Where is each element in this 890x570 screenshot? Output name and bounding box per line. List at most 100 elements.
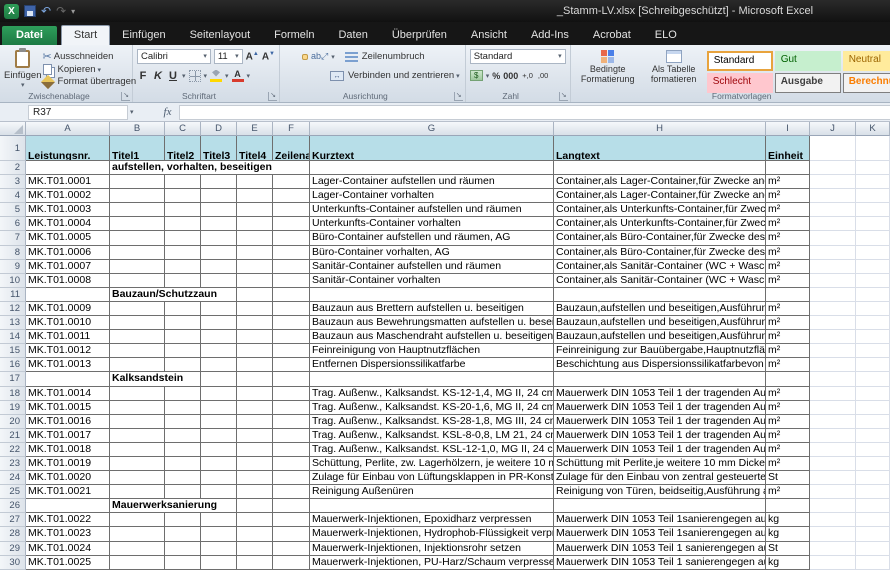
cell-D24[interactable] <box>201 471 237 485</box>
fill-color-icon[interactable] <box>210 70 222 82</box>
cell-G30[interactable]: Mauerwerk-Injektionen, PU-Harz/Schaum ve… <box>310 556 554 570</box>
cell-K8[interactable] <box>856 246 890 260</box>
cell-J10[interactable] <box>810 274 856 288</box>
cell-J14[interactable] <box>810 330 856 344</box>
font-family-combo[interactable]: Calibri▾ <box>137 49 211 64</box>
cell-F23[interactable] <box>273 457 310 471</box>
orientation-icon[interactable]: ab⤢ <box>311 51 328 62</box>
row-header-6[interactable]: 6 <box>0 217 26 231</box>
cell-E14[interactable] <box>237 330 273 344</box>
cell-F16[interactable] <box>273 358 310 372</box>
row-header-14[interactable]: 14 <box>0 330 26 344</box>
cell-B3[interactable] <box>110 175 165 189</box>
cell-D15[interactable] <box>201 344 237 358</box>
cell-J30[interactable] <box>810 556 856 570</box>
tab-add-ins[interactable]: Add-Ins <box>519 26 581 45</box>
cell-I10[interactable]: m² <box>766 274 810 288</box>
cell-J9[interactable] <box>810 260 856 274</box>
clipboard-dialog-launcher-icon[interactable]: ↘ <box>121 92 130 101</box>
cell-F6[interactable] <box>273 217 310 231</box>
paste-button[interactable]: Einfügen ▾ <box>4 48 42 89</box>
cell-G7[interactable]: Büro-Container aufstellen und räumen, AG <box>310 231 554 245</box>
cell-style-berechnung[interactable]: Berechnung <box>843 73 890 93</box>
cell-B26[interactable]: Mauerwerksanierung <box>110 499 165 513</box>
align-right-button[interactable] <box>302 73 308 79</box>
cell-H25[interactable]: Reinigung von Türen, beidseitig,Ausführu… <box>554 485 766 499</box>
cell-E18[interactable] <box>237 387 273 401</box>
cell-H15[interactable]: Feinreinigung zur Bauübergabe,Hauptnutzf… <box>554 344 766 358</box>
cell-E12[interactable] <box>237 302 273 316</box>
cell-I22[interactable]: m² <box>766 443 810 457</box>
cell-A2[interactable] <box>26 161 110 175</box>
cell-A28[interactable]: MK.T01.0023 <box>26 527 110 541</box>
cell-I30[interactable]: kg <box>766 556 810 570</box>
cell-C24[interactable] <box>165 471 201 485</box>
cell-H18[interactable]: Mauerwerk DIN 1053 Teil 1 der tragenden … <box>554 387 766 401</box>
cell-D25[interactable] <box>201 485 237 499</box>
cell-K3[interactable] <box>856 175 890 189</box>
cell-E15[interactable] <box>237 344 273 358</box>
cell-K21[interactable] <box>856 429 890 443</box>
cell-E23[interactable] <box>237 457 273 471</box>
cell-F27[interactable] <box>273 513 310 527</box>
excel-logo-icon[interactable]: X <box>4 4 19 19</box>
cell-J15[interactable] <box>810 344 856 358</box>
cell-K14[interactable] <box>856 330 890 344</box>
borders-icon[interactable] <box>189 70 201 82</box>
cell-C20[interactable] <box>165 415 201 429</box>
cell-D10[interactable] <box>201 274 237 288</box>
align-bottom-button[interactable] <box>302 54 308 60</box>
cell-H4[interactable]: Container,als Lager-Container,für Zwecke… <box>554 189 766 203</box>
cell-B25[interactable] <box>110 485 165 499</box>
increase-indent-button[interactable] <box>320 73 326 79</box>
number-format-combo[interactable]: Standard▾ <box>470 49 566 64</box>
tab-datei[interactable]: Datei <box>2 26 57 45</box>
cell-G10[interactable]: Sanitär-Container vorhalten <box>310 274 554 288</box>
cell-A29[interactable]: MK.T01.0024 <box>26 542 110 556</box>
cell-K5[interactable] <box>856 203 890 217</box>
cell-C25[interactable] <box>165 485 201 499</box>
cell-K29[interactable] <box>856 542 890 556</box>
cell-E17[interactable] <box>237 372 273 386</box>
cell-K11[interactable] <box>856 288 890 302</box>
cell-I8[interactable]: m² <box>766 246 810 260</box>
format-as-table-button[interactable]: Als Tabelle formatieren <box>641 48 707 90</box>
cell-G21[interactable]: Trag. Außenw., Kalksandst. KSL-8-0,8, LM… <box>310 429 554 443</box>
cell-J8[interactable] <box>810 246 856 260</box>
cell-B29[interactable] <box>110 542 165 556</box>
cell-D27[interactable] <box>201 513 237 527</box>
cell-D14[interactable] <box>201 330 237 344</box>
cell-K27[interactable] <box>856 513 890 527</box>
cell-I13[interactable]: m² <box>766 316 810 330</box>
row-header-10[interactable]: 10 <box>0 274 26 288</box>
cell-G16[interactable]: Entfernen Dispersionssilikatfarbe <box>310 358 554 372</box>
cell-A21[interactable]: MK.T01.0017 <box>26 429 110 443</box>
cell-J4[interactable] <box>810 189 856 203</box>
cell-A22[interactable]: MK.T01.0018 <box>26 443 110 457</box>
cell-G11[interactable] <box>310 288 554 302</box>
number-dialog-launcher-icon[interactable]: ↘ <box>559 92 568 101</box>
cell-K16[interactable] <box>856 358 890 372</box>
cell-C22[interactable] <box>165 443 201 457</box>
cell-D18[interactable] <box>201 387 237 401</box>
cell-H30[interactable]: Mauerwerk DIN 1053 Teil 1 sanierengegen … <box>554 556 766 570</box>
cell-J27[interactable] <box>810 513 856 527</box>
cell-J20[interactable] <box>810 415 856 429</box>
cell-H3[interactable]: Container,als Lager-Container,für Zwecke… <box>554 175 766 189</box>
cell-G4[interactable]: Lager-Container vorhalten <box>310 189 554 203</box>
font-color-icon[interactable]: A <box>232 70 244 82</box>
cell-H26[interactable] <box>554 499 766 513</box>
cell-B22[interactable] <box>110 443 165 457</box>
italic-button[interactable]: K <box>152 70 164 82</box>
cell-F12[interactable] <box>273 302 310 316</box>
cell-D5[interactable] <box>201 203 237 217</box>
row-header-3[interactable]: 3 <box>0 175 26 189</box>
cell-J25[interactable] <box>810 485 856 499</box>
cell-C12[interactable] <box>165 302 201 316</box>
cell-E27[interactable] <box>237 513 273 527</box>
cell-A1[interactable]: Leistungsnr. <box>26 136 110 161</box>
cell-B2[interactable]: aufstellen, vorhalten, beseitigen <box>110 161 165 175</box>
cell-E13[interactable] <box>237 316 273 330</box>
row-header-30[interactable]: 30 <box>0 556 26 570</box>
cell-J28[interactable] <box>810 527 856 541</box>
